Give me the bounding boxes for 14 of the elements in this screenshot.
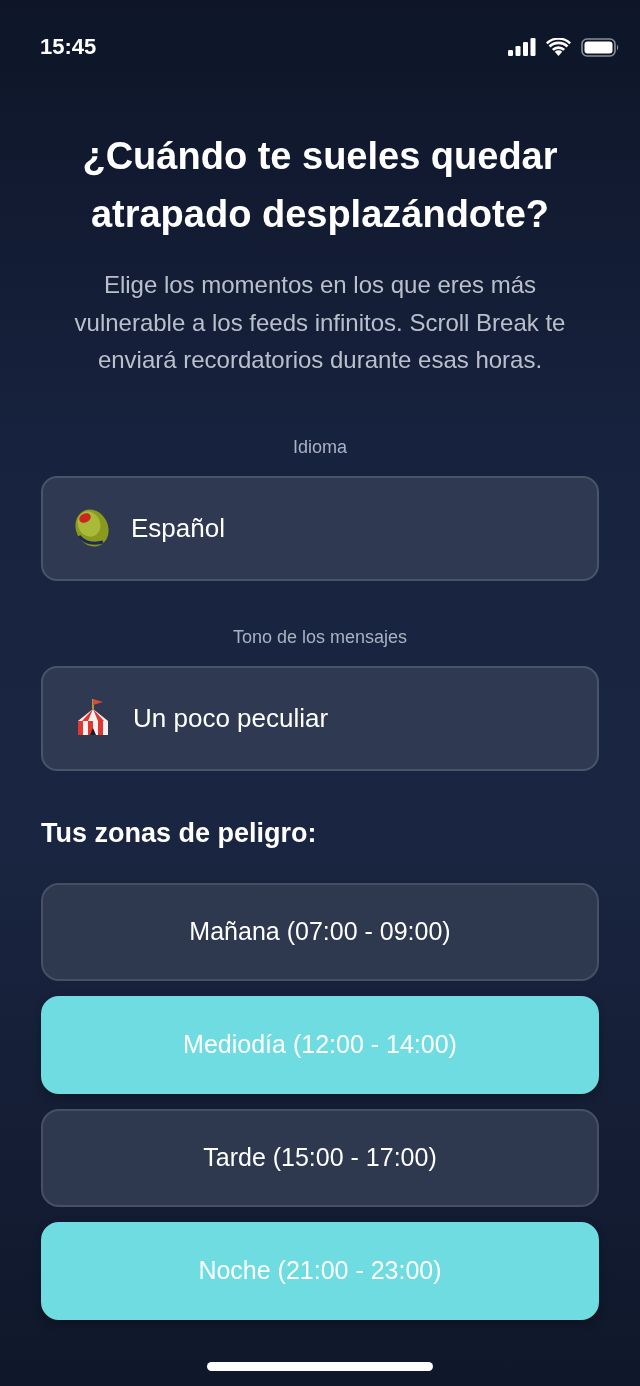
screen-title: ¿Cuándo te sueles quedar atrapado desplazándote?: [81, 134, 559, 237]
wifi-icon: [546, 38, 571, 56]
signal-icon: [508, 38, 536, 56]
olive-icon: [73, 508, 111, 548]
field-label: Idioma: [292, 435, 348, 459]
screen-description: Elige los momentos en los que eres más vulnerable a los feeds infinitos. Scroll Break te enviará recordatorios durante esas horas.: [73, 270, 567, 375]
select-field[interactable]: Un poco peculiar: [41, 665, 599, 771]
select-field[interactable]: Español: [41, 475, 599, 581]
time-slot-option[interactable]: Mañana (07:00 - 09:00): [41, 882, 599, 981]
battery-icon: [581, 37, 620, 57]
section-heading: Tus zonas de peligro:: [41, 816, 318, 850]
time-slot-option[interactable]: Tarde (15:00 - 17:00): [41, 1108, 599, 1207]
status-time: 15:45: [40, 34, 97, 60]
field-label: Tono de los mensajes: [231, 625, 409, 649]
